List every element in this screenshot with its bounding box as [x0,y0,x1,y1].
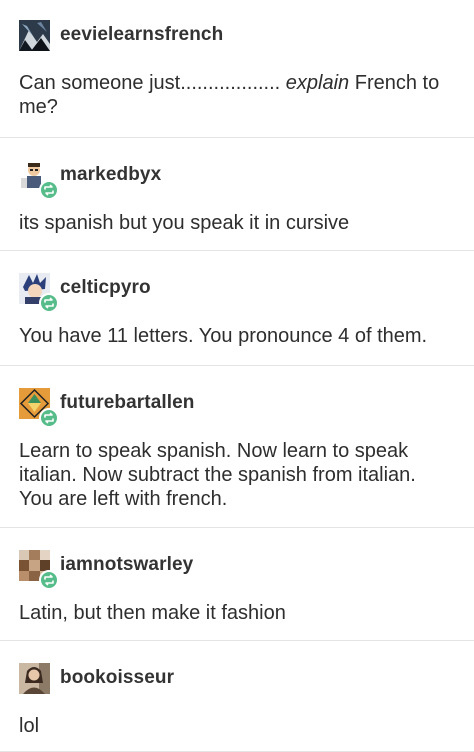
post-5: iamnotswarley Latin, but then make it fa… [0,528,474,641]
post-header: iamnotswarley [19,548,454,590]
post-header: celticpyro [19,271,454,313]
post-username[interactable]: futurebartallen [60,392,195,414]
post-text: Can someone just.................. expla… [19,71,454,119]
reblog-icon [39,407,59,428]
post-header: eevielearnsfrench [19,18,454,52]
cartoon-character-avatar-icon[interactable] [19,159,59,200]
post-text: You have 11 letters. You pronounce 4 of … [19,325,428,347]
post-3: celticpyro You have 11 letters. You pron… [0,251,474,366]
post-header: futurebartallen [19,386,454,428]
post-header: bookoisseur [19,661,454,695]
reblog-icon [39,179,59,200]
post-4: futurebartallen Learn to speak spanish. … [0,366,474,528]
post-2: markedbyx its spanish but you speak it i… [0,138,474,251]
post-username[interactable]: bookoisseur [60,667,174,689]
mountain-art-avatar-icon[interactable] [19,19,50,51]
reblog-icon [39,292,59,313]
triforce-diamond-avatar-icon[interactable] [19,387,59,428]
post-username[interactable]: iamnotswarley [60,554,193,576]
post-header: markedbyx [19,158,454,200]
post-username[interactable]: eevielearnsfrench [60,24,223,46]
pixel-mosaic-avatar-icon[interactable] [19,549,59,590]
anime-character-avatar-icon[interactable] [19,272,59,313]
post-username[interactable]: markedbyx [60,164,161,186]
post-username[interactable]: celticpyro [60,277,151,299]
post-text: its spanish but you speak it in cursive [19,212,350,234]
reblog-icon [39,569,59,590]
post-text-emphasis: explain [285,72,350,94]
post-6: bookoisseur lol [0,641,474,752]
post-text: Latin, but then make it fashion [19,602,286,624]
post-text-part: Can someone just.................. [19,72,286,94]
post-text: lol [19,715,40,737]
post-1: eevielearnsfrench Can someone just......… [0,0,474,138]
post-text: Learn to speak spanish. Now learn to spe… [19,440,416,510]
person-photo-avatar-icon[interactable] [19,662,50,694]
